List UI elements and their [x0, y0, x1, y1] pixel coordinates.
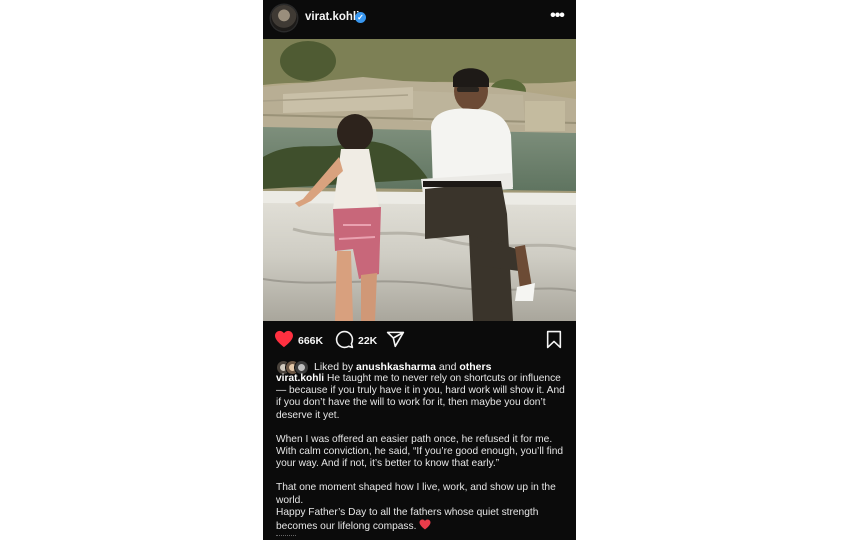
verified-badge-icon: ✓	[355, 12, 366, 23]
profile-avatar[interactable]	[271, 5, 297, 31]
liked-by-prefix: Liked by	[314, 361, 357, 373]
share-icon[interactable]	[386, 330, 405, 349]
liked-by-text: Liked by anushkasharma and others	[314, 361, 491, 373]
instagram-post: virat.kohli ✓ ••• 666K 22K Liked by anus…	[263, 0, 576, 540]
comment-icon[interactable]	[335, 330, 354, 349]
caption-username-link[interactable]: virat.kohli	[276, 373, 324, 384]
caption-paragraph: When I was offered an easier path once, …	[276, 433, 564, 470]
post-header: virat.kohli ✓ •••	[263, 0, 576, 38]
liker-username-link[interactable]: anushkasharma	[356, 361, 436, 373]
caption-more-indicator	[276, 535, 296, 539]
post-caption: virat.kohli He taught me to never rely o…	[276, 373, 568, 533]
caption-text-final: Happy Father’s Day to all the fathers wh…	[276, 506, 539, 533]
caption-paragraph: Happy Father’s Day to all the fathers wh…	[276, 507, 568, 533]
liked-by-conj: and	[436, 361, 460, 373]
comments-count[interactable]: 22K	[358, 335, 377, 347]
caption-paragraph: That one moment shaped how I live, work,…	[276, 482, 556, 506]
likes-count[interactable]: 666K	[298, 335, 323, 347]
others-link[interactable]: others	[459, 361, 491, 373]
username-link[interactable]: virat.kohli	[305, 11, 359, 23]
heart-icon[interactable]	[274, 330, 294, 348]
bookmark-icon[interactable]	[546, 330, 562, 349]
more-options-icon[interactable]: •••	[549, 8, 565, 26]
caption-paragraph: virat.kohli He taught me to never rely o…	[276, 373, 568, 422]
red-heart-emoji-icon	[419, 519, 431, 530]
post-photo[interactable]	[263, 39, 576, 321]
post-action-bar: 666K 22K	[263, 322, 576, 356]
